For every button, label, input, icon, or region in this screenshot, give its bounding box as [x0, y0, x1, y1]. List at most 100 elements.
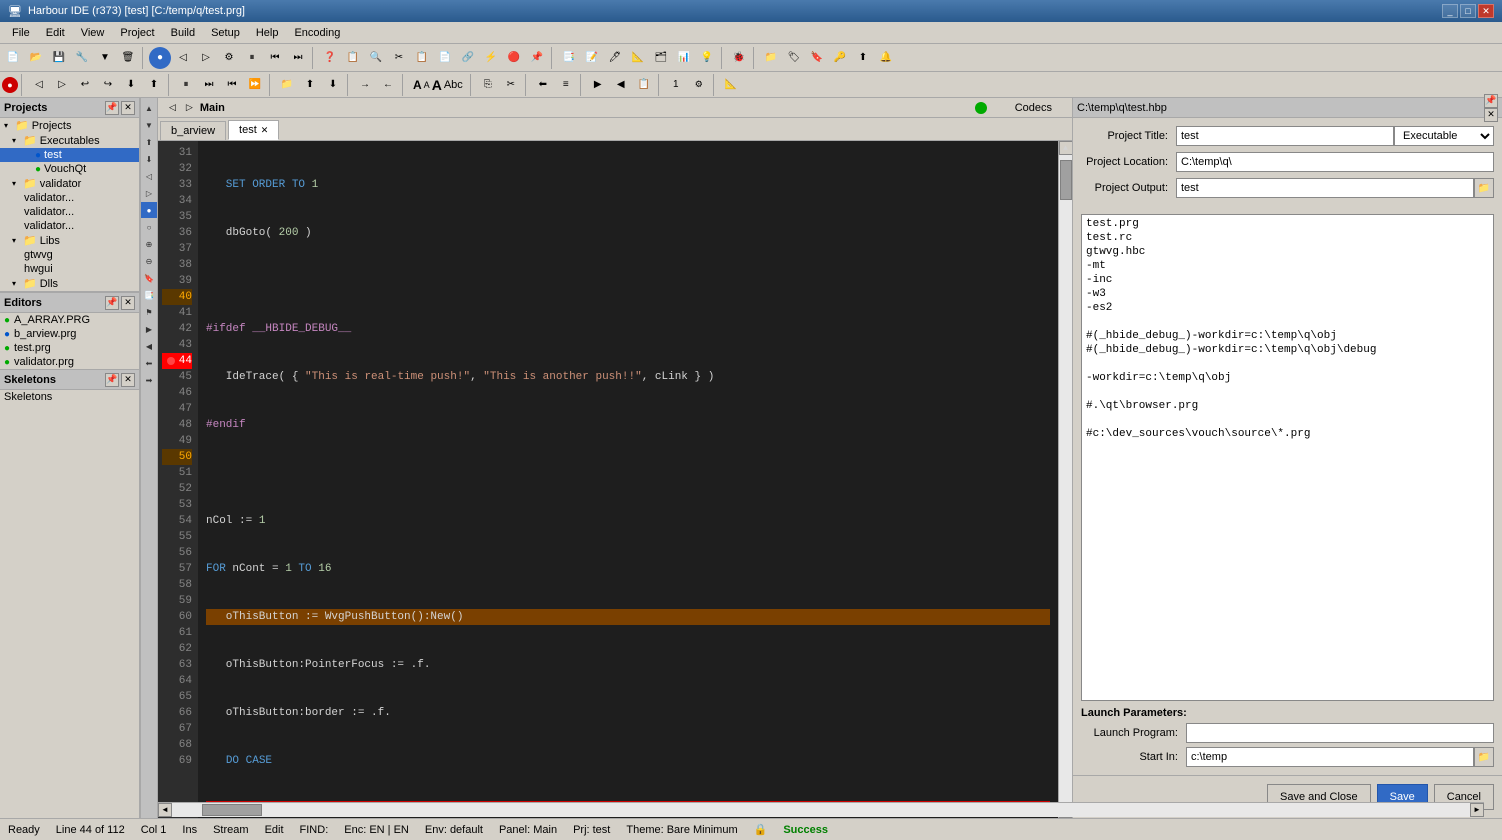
side-icon-1[interactable]: ▲ — [141, 100, 157, 116]
menu-project[interactable]: Project — [112, 25, 162, 41]
validator-file-1[interactable]: validator... — [0, 191, 139, 205]
toolbar-btn-36[interactable]: ⬆ — [852, 47, 874, 69]
toolbar-btn-28[interactable]: 🗂 — [650, 47, 672, 69]
menu-edit[interactable]: Edit — [38, 25, 73, 41]
validator-file-2[interactable]: validator... — [0, 205, 139, 219]
libs-item[interactable]: ▾ 📁 Libs — [0, 233, 139, 248]
pf-mt[interactable]: -mt — [1086, 259, 1489, 273]
hscroll-track[interactable] — [172, 803, 1072, 817]
side-icon-8[interactable]: ○ — [141, 219, 157, 235]
toolbar-btn-35[interactable]: 🔑 — [829, 47, 851, 69]
menu-view[interactable]: View — [73, 25, 113, 41]
tb2-btn-copy[interactable]: ⎘ — [477, 74, 499, 96]
toolbar-btn-21[interactable]: ⚡ — [480, 47, 502, 69]
tb2-nav-fwd[interactable]: ▷ — [51, 74, 73, 96]
minimize-button[interactable]: _ — [1442, 4, 1458, 18]
vertical-scrollbar[interactable]: ▲ ▼ — [1058, 141, 1072, 818]
scroll-track[interactable] — [1059, 155, 1073, 804]
tb2-btn-1[interactable]: ● — [2, 77, 18, 93]
toolbar-btn-5[interactable]: ▼ — [94, 47, 116, 69]
side-icon-9[interactable]: ⊕ — [141, 236, 157, 252]
pf-w3[interactable]: -w3 — [1086, 287, 1489, 301]
tb2-btn-10[interactable]: 📁 — [276, 74, 298, 96]
pf-inc[interactable]: -inc — [1086, 273, 1489, 287]
executables-item[interactable]: ▾ 📁 Executables — [0, 133, 139, 148]
side-icon-15[interactable]: ◀ — [141, 338, 157, 354]
scroll-thumb[interactable] — [1060, 160, 1072, 200]
toolbar-btn-10[interactable]: ⚙ — [218, 47, 240, 69]
toolbar-btn-6[interactable]: 🗑 — [117, 47, 139, 69]
tb2-btn-8[interactable]: ⏮ — [221, 74, 243, 96]
menu-help[interactable]: Help — [248, 25, 287, 41]
side-icon-3[interactable]: ⬆ — [141, 134, 157, 150]
side-icon-17[interactable]: ➡ — [141, 372, 157, 388]
side-icon-10[interactable]: ⊖ — [141, 253, 157, 269]
editor-item-0[interactable]: ● A_ARRAY.PRG — [0, 313, 139, 327]
toolbar-btn-32[interactable]: 📁 — [760, 47, 782, 69]
gtwvg-item[interactable]: gtwvg — [0, 248, 139, 262]
toolbar-btn-7[interactable]: ● — [149, 47, 171, 69]
tb2-btn-5[interactable]: ⬆ — [143, 74, 165, 96]
launch-program-input[interactable] — [1186, 723, 1494, 743]
project-type-select[interactable]: Executable — [1394, 126, 1494, 146]
tb2-btn-more3[interactable]: 📋 — [633, 74, 655, 96]
tb2-btn-more2[interactable]: ◀ — [610, 74, 632, 96]
tab-test[interactable]: test ✕ — [228, 120, 279, 140]
toolbar-btn-19[interactable]: 📄 — [434, 47, 456, 69]
skeletons-pin-button[interactable]: 📌 — [105, 373, 119, 387]
toolbar-btn-11[interactable]: ⏸ — [241, 47, 263, 69]
side-icon-6[interactable]: ▷ — [141, 185, 157, 201]
tb2-btn-cut[interactable]: ✂ — [500, 74, 522, 96]
toolbar-btn-18[interactable]: 📋 — [411, 47, 433, 69]
side-icon-7[interactable]: ● — [141, 202, 157, 218]
tb2-btn-align-center[interactable]: ≡ — [555, 74, 577, 96]
start-in-browse-button[interactable]: 📁 — [1474, 747, 1494, 767]
tb2-btn-num1[interactable]: 1 — [665, 74, 687, 96]
pf-test-prg[interactable]: test.prg — [1086, 217, 1489, 231]
pf-workdir[interactable]: -workdir=c:\temp\q\obj — [1086, 371, 1489, 385]
open-button[interactable]: 📂 — [25, 47, 47, 69]
editor-item-2[interactable]: ● test.prg — [0, 341, 139, 355]
font-size-large[interactable]: A — [432, 77, 442, 93]
menu-setup[interactable]: Setup — [203, 25, 248, 41]
tb2-btn-4[interactable]: ⬇ — [120, 74, 142, 96]
tb2-btn-12[interactable]: ⬇ — [322, 74, 344, 96]
hwgui-item[interactable]: hwgui — [0, 262, 139, 276]
menu-encoding[interactable]: Encoding — [286, 25, 348, 41]
toolbar-btn-24[interactable]: 📑 — [558, 47, 580, 69]
browse-button[interactable]: 📁 — [1474, 178, 1494, 198]
pf-hbide-debug-1[interactable]: #(_hbide_debug_)-workdir=c:\temp\q\obj — [1086, 329, 1489, 343]
toolbar-btn-33[interactable]: 🏷 — [783, 47, 805, 69]
side-icon-2[interactable]: ▼ — [141, 117, 157, 133]
project-location-input[interactable] — [1176, 152, 1494, 172]
project-files-list[interactable]: test.prg test.rc gtwvg.hbc -mt -inc -w3 … — [1081, 214, 1494, 701]
test-project-item[interactable]: ● test — [0, 148, 139, 162]
toolbar-btn-17[interactable]: ✂ — [388, 47, 410, 69]
editors-close-button[interactable]: ✕ — [121, 296, 135, 310]
right-panel-pin[interactable]: 📌 — [1484, 94, 1498, 108]
project-title-input[interactable] — [1176, 126, 1394, 146]
menu-build[interactable]: Build — [163, 25, 203, 41]
pf-es2[interactable]: -es2 — [1086, 301, 1489, 315]
toolbar-btn-4[interactable]: 🔧 — [71, 47, 93, 69]
toolbar-btn-13[interactable]: ⏭ — [287, 47, 309, 69]
side-icon-14[interactable]: ▶ — [141, 321, 157, 337]
toolbar-btn-15[interactable]: 📋 — [342, 47, 364, 69]
tb2-btn-align-left[interactable]: ⬅ — [532, 74, 554, 96]
side-icon-13[interactable]: ⚑ — [141, 304, 157, 320]
side-icon-4[interactable]: ⬇ — [141, 151, 157, 167]
dlls-item[interactable]: ▾ 📁 Dlls — [0, 276, 139, 291]
tb2-btn-indent[interactable]: → — [354, 74, 376, 96]
tb2-btn-more1[interactable]: ▶ — [587, 74, 609, 96]
editor-item-1[interactable]: ● b_arview.prg — [0, 327, 139, 341]
toolbar-btn-9[interactable]: ▷ — [195, 47, 217, 69]
toolbar-btn-37[interactable]: 🔔 — [875, 47, 897, 69]
skeletons-root-item[interactable]: Skeletons — [0, 390, 139, 404]
close-button[interactable]: ✕ — [1478, 4, 1494, 18]
toolbar-btn-14[interactable]: ❓ — [319, 47, 341, 69]
toolbar-btn-34[interactable]: 🔖 — [806, 47, 828, 69]
start-in-input[interactable] — [1186, 747, 1474, 767]
tb2-btn-outdent[interactable]: ← — [377, 74, 399, 96]
toolbar-btn-22[interactable]: 🔴 — [503, 47, 525, 69]
tb2-btn-num2[interactable]: ⚙ — [688, 74, 710, 96]
